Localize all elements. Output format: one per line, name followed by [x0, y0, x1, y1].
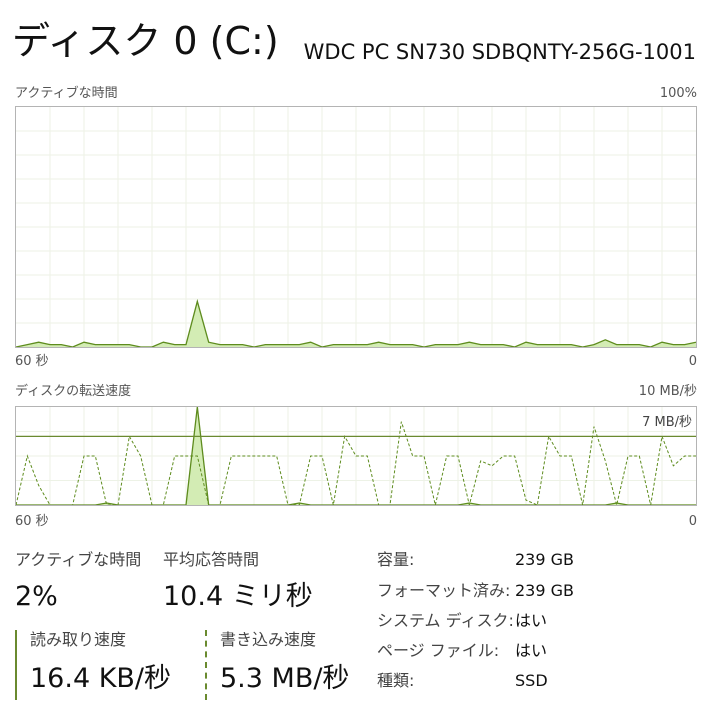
active-time-value: 2% — [15, 581, 58, 612]
property-label: フォーマット済み: — [377, 581, 511, 600]
property-value: はい — [515, 641, 548, 660]
property-label: システム ディスク: — [377, 611, 514, 630]
active-time-label: アクティブな時間 — [15, 550, 142, 569]
transfer-chart-ref-label: 7 MB/秒 — [642, 415, 692, 430]
property-page-file: ページ ファイル: はい — [377, 641, 697, 671]
property-value: SSD — [515, 671, 548, 690]
property-label: ページ ファイル: — [377, 641, 500, 660]
transfer-chart-max-label: 10 MB/秒 — [638, 384, 697, 399]
property-capacity: 容量: 239 GB — [377, 550, 697, 580]
transfer-chart-x-left-label: 60 秒 — [15, 514, 49, 529]
property-value: 239 GB — [515, 581, 574, 600]
read-speed-panel: 読み取り速度 16.4 KB/秒 — [15, 630, 171, 700]
write-speed-value: 5.3 MB/秒 — [220, 663, 350, 694]
read-speed-label: 読み取り速度 — [30, 630, 127, 649]
property-value: はい — [515, 611, 548, 630]
active-chart-max-label: 100% — [659, 86, 697, 101]
transfer-chart-label: ディスクの転送速度 — [15, 384, 132, 399]
write-speed-panel: 書き込み速度 5.3 MB/秒 — [205, 630, 349, 700]
disk-title: ディスク 0 (C:) — [12, 19, 279, 63]
transfer-chart-x-right-label: 0 — [688, 514, 697, 529]
property-label: 種類: — [377, 671, 415, 690]
read-speed-value: 16.4 KB/秒 — [30, 663, 172, 694]
disk-model: WDC PC SN730 SDBQNTY-256G-1001 — [303, 40, 696, 64]
property-system-disk: システム ディスク: はい — [377, 611, 697, 641]
property-label: 容量: — [377, 550, 415, 569]
active-chart-x-right-label: 0 — [688, 354, 697, 369]
write-speed-label: 書き込み速度 — [220, 630, 317, 649]
property-type: 種類: SSD — [377, 671, 697, 701]
transfer-rate-chart-svg — [16, 407, 696, 505]
avg-response-value: 10.4 ミリ秒 — [163, 581, 313, 612]
active-time-chart — [15, 106, 697, 348]
active-chart-label: アクティブな時間 — [15, 86, 118, 101]
transfer-rate-chart — [15, 406, 697, 506]
property-formatted: フォーマット済み: 239 GB — [377, 581, 697, 611]
active-chart-x-left-label: 60 秒 — [15, 354, 49, 369]
avg-response-label: 平均応答時間 — [163, 550, 260, 569]
property-value: 239 GB — [515, 550, 574, 569]
active-time-chart-svg — [16, 107, 696, 347]
